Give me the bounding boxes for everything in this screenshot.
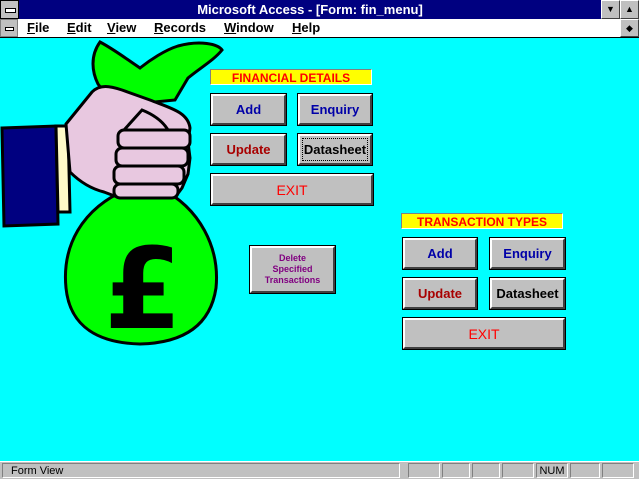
window-title: Microsoft Access - [Form: fin_menu] [197,2,423,17]
system-menu-icon[interactable] [0,0,19,19]
num-lock-indicator: NUM [536,463,568,478]
title-bar: Microsoft Access - [Form: fin_menu] ▼ ▲ [0,0,639,19]
delete-specified-transactions-button[interactable]: Delete Specified Transactions [250,246,335,293]
status-indicator-empty [472,463,500,478]
document-restore-button[interactable]: ◆ [620,19,639,37]
status-indicator-empty [502,463,534,478]
status-bar: Form View NUM [0,461,639,479]
status-indicator-empty [442,463,470,478]
menu-file[interactable]: File [27,19,49,37]
status-indicator-empty [570,463,600,478]
transaction-update-button[interactable]: Update [403,278,477,309]
document-system-menu-icon[interactable] [0,19,18,37]
menu-help[interactable]: Help [292,19,320,37]
status-indicator-empty [408,463,440,478]
transaction-add-button[interactable]: Add [403,238,477,269]
money-bag-illustration: £ [0,40,224,348]
financial-details-label: FINANCIAL DETAILS [210,69,372,85]
transaction-types-label: TRANSACTION TYPES [401,213,563,229]
financial-enquiry-button[interactable]: Enquiry [298,94,372,125]
financial-add-button[interactable]: Add [211,94,286,125]
financial-exit-button[interactable]: EXIT [211,174,373,205]
maximize-button[interactable]: ▲ [620,0,639,19]
minimize-button[interactable]: ▼ [601,0,620,19]
form-fin-menu: £ FINANCIAL DETAILS Add Enquiry Update D… [0,38,639,461]
menu-edit[interactable]: Edit [67,19,92,37]
transaction-datasheet-button[interactable]: Datasheet [490,278,565,309]
status-indicator-empty [602,463,634,478]
financial-datasheet-button[interactable]: Datasheet [298,134,372,165]
status-message: Form View [2,463,400,478]
menu-view[interactable]: View [107,19,136,37]
menu-bar: File Edit View Records Window Help ◆ [0,19,639,38]
transaction-enquiry-button[interactable]: Enquiry [490,238,565,269]
transaction-exit-button[interactable]: EXIT [403,318,565,349]
menu-records[interactable]: Records [154,19,206,37]
pound-symbol: £ [104,225,182,348]
financial-update-button[interactable]: Update [211,134,286,165]
menu-window[interactable]: Window [224,19,274,37]
